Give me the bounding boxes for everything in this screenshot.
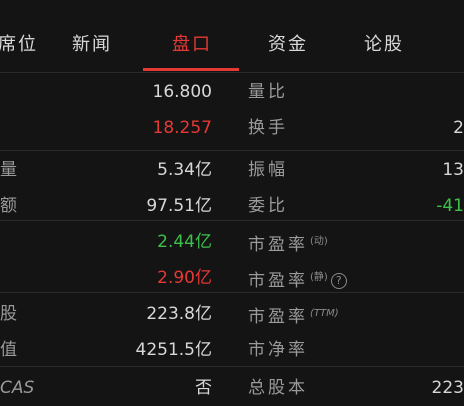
- order-ratio-label: 委比: [248, 196, 288, 216]
- tab-news[interactable]: 新闻: [72, 30, 112, 56]
- tab-capital-flow[interactable]: 资金: [268, 30, 308, 56]
- divider: [0, 366, 464, 367]
- divider: [0, 220, 464, 221]
- pb-label: 市净率: [248, 340, 308, 360]
- stat-row: 16.800 量比: [0, 74, 464, 110]
- shares-label: 股: [0, 304, 17, 324]
- volume-ratio-label: 量比: [248, 82, 288, 102]
- tab-seats[interactable]: 席位: [0, 30, 38, 56]
- order-ratio-value: -41: [436, 196, 464, 216]
- total-shares-value: 223: [431, 378, 464, 398]
- stat-value: 18.257: [152, 118, 212, 138]
- stat-row: 2.90亿 市盈率 (静)?: [0, 260, 464, 296]
- pe-ttm-label: 市盈率 (TTM): [248, 307, 339, 327]
- turnover-label: 换手: [248, 118, 288, 138]
- pe-dynamic-label: 市盈率 (动): [248, 235, 328, 255]
- pe-static-label: 市盈率 (静)?: [248, 260, 347, 299]
- stat-row: 2.44亿 市盈率 (动): [0, 224, 464, 260]
- amount-label: 额: [0, 196, 17, 216]
- help-icon[interactable]: ?: [330, 273, 347, 289]
- market-value-label: 值: [0, 340, 17, 360]
- stat-row: 值 4251.5亿 市净率: [0, 332, 464, 368]
- volume-label: 量: [0, 160, 17, 180]
- divider: [0, 292, 464, 293]
- stat-row: 额 97.51亿 委比 -41: [0, 188, 464, 224]
- cas-value: 否: [195, 378, 212, 398]
- tab-bar: 席位 新闻 盘口 资金 论股: [0, 0, 464, 73]
- stat-value: 2.90亿: [157, 268, 212, 288]
- total-shares-label: 总股本: [248, 378, 308, 398]
- stat-row: CAS 否 总股本 223: [0, 370, 464, 406]
- market-value-value: 4251.5亿: [135, 340, 212, 360]
- stat-value: 16.800: [152, 82, 212, 102]
- active-tab-indicator: [143, 68, 239, 71]
- tab-discussion[interactable]: 论股: [364, 30, 404, 56]
- stat-row: 股 223.8亿 市盈率 (TTM): [0, 296, 464, 332]
- stat-value: 2.44亿: [157, 232, 212, 252]
- amount-value: 97.51亿: [146, 196, 212, 216]
- amplitude-value: 13: [442, 160, 464, 180]
- cas-label: CAS: [0, 378, 35, 398]
- amplitude-label: 振幅: [248, 160, 288, 180]
- turnover-value: 2: [453, 118, 464, 138]
- stat-row: 量 5.34亿 振幅 13: [0, 152, 464, 188]
- stat-row: 18.257 换手 2: [0, 110, 464, 146]
- shares-value: 223.8亿: [146, 304, 212, 324]
- volume-value: 5.34亿: [157, 160, 212, 180]
- tab-order-book[interactable]: 盘口: [172, 30, 212, 56]
- divider: [0, 150, 464, 151]
